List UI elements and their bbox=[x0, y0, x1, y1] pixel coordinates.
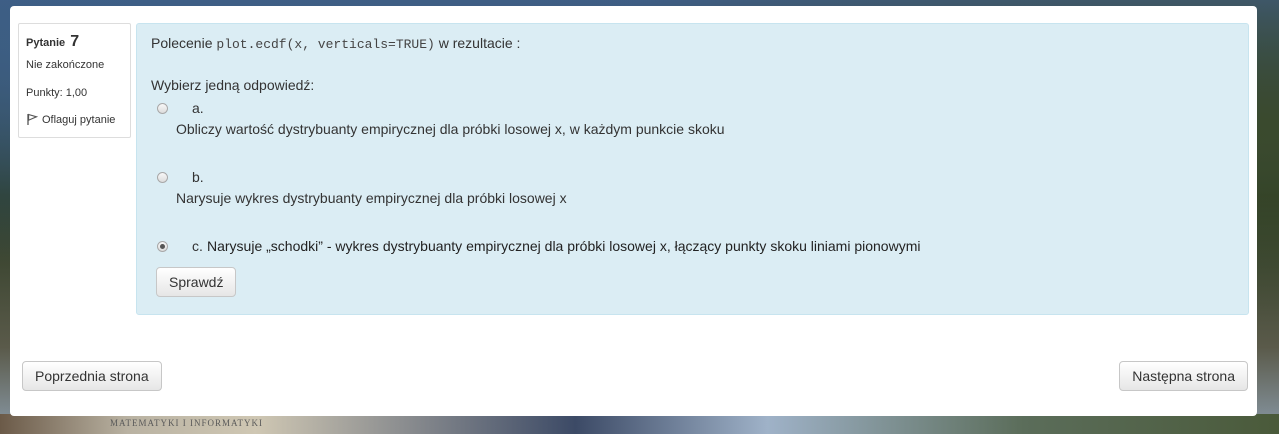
flag-icon bbox=[26, 113, 38, 126]
option-a-letter: a. bbox=[192, 100, 204, 116]
question-number: Pytanie 7 bbox=[26, 33, 79, 51]
question-grade: Punkty: 1,00 bbox=[26, 87, 88, 99]
check-button[interactable]: Sprawdź bbox=[156, 267, 237, 297]
radio-option-c[interactable] bbox=[157, 241, 168, 252]
next-page-button[interactable]: Następna strona bbox=[1119, 361, 1248, 391]
flag-question-link[interactable]: Oflaguj pytanie bbox=[26, 113, 115, 126]
quiz-card: Pytanie 7 Nie zakończone Punkty: 1,00 Of… bbox=[10, 6, 1257, 416]
question-state: Nie zakończone bbox=[26, 59, 105, 71]
question-info-box: Pytanie 7 Nie zakończone Punkty: 1,00 Of… bbox=[18, 23, 131, 138]
option-c-text[interactable]: Narysuje „schodki” - wykres dystrybuanty… bbox=[207, 238, 920, 254]
background-photo: MATEMATYKI I INFORMATYKI bbox=[0, 414, 1279, 434]
previous-page-button[interactable]: Poprzednia strona bbox=[22, 361, 162, 391]
option-c-letter: c. bbox=[192, 238, 203, 254]
flag-label: Oflaguj pytanie bbox=[42, 113, 116, 126]
option-b-letter: b. bbox=[192, 169, 204, 185]
background-sign-text: MATEMATYKI I INFORMATYKI bbox=[110, 418, 263, 428]
answer-prompt: Wybierz jedną odpowiedź: bbox=[151, 77, 315, 93]
option-a-text[interactable]: Obliczy wartość dystrybuanty empirycznej… bbox=[176, 121, 725, 137]
option-b-text[interactable]: Narysuje wykres dystrybuanty empirycznej… bbox=[176, 190, 567, 206]
question-label: Pytanie bbox=[26, 37, 66, 49]
radio-option-b[interactable] bbox=[157, 172, 168, 183]
question-text: Polecenie plot.ecdf(x, verticals=TRUE) w… bbox=[151, 35, 520, 52]
question-content: Polecenie plot.ecdf(x, verticals=TRUE) w… bbox=[136, 23, 1249, 315]
question-text-after: w rezultacie : bbox=[434, 35, 521, 51]
question-text-before: Polecenie bbox=[151, 35, 217, 51]
radio-option-a[interactable] bbox=[157, 103, 168, 114]
question-code: plot.ecdf(x, verticals=TRUE) bbox=[216, 37, 435, 52]
question-number-value: 7 bbox=[70, 33, 80, 50]
